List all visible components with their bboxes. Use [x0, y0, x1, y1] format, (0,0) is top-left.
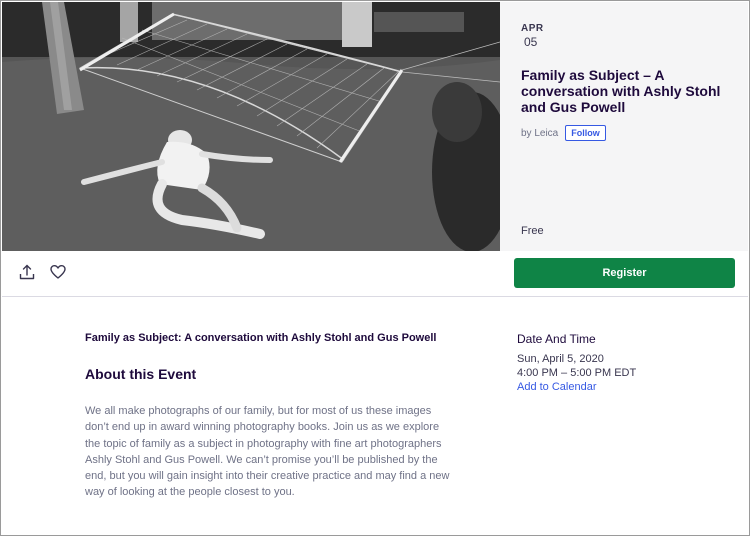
follow-button[interactable]: Follow — [565, 125, 606, 141]
event-date-month: APR — [521, 23, 544, 34]
heart-icon[interactable] — [49, 263, 67, 281]
event-date-text: Sun, April 5, 2020 — [517, 353, 604, 365]
event-hero-image — [2, 2, 500, 251]
event-time-text: 4:00 PM – 5:00 PM EDT — [517, 367, 637, 379]
register-button[interactable]: Register — [514, 258, 735, 288]
event-title: Family as Subject – A conversation with … — [521, 67, 721, 115]
about-section-body: We all make photographs of our family, b… — [85, 405, 450, 499]
about-section-title: About this Event — [85, 366, 197, 382]
share-icon[interactable] — [18, 263, 36, 281]
event-date-day: 05 — [524, 35, 538, 49]
event-subheading: Family as Subject: A conversation with A… — [85, 332, 437, 344]
hero-photo-illustration — [2, 2, 500, 251]
organizer-name[interactable]: by Leica — [521, 128, 558, 139]
event-price: Free — [521, 225, 544, 237]
event-summary-panel: APR 05 Family as Subject – A conversatio… — [500, 2, 748, 251]
event-page: APR 05 Family as Subject – A conversatio… — [0, 0, 750, 536]
action-bar: Register — [2, 251, 748, 297]
add-to-calendar-link[interactable]: Add to Calendar — [517, 381, 597, 393]
date-time-heading: Date And Time — [517, 332, 596, 346]
event-hero: APR 05 Family as Subject – A conversatio… — [2, 2, 748, 251]
organizer-row: by Leica Follow — [521, 125, 606, 141]
